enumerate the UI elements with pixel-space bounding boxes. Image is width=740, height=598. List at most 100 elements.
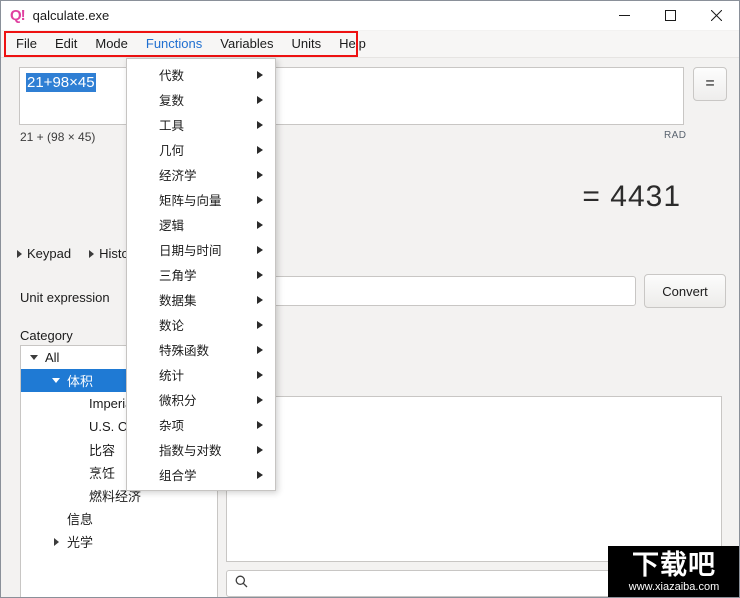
menu-item-variables[interactable]: Variables <box>211 32 282 56</box>
dropdown-item[interactable]: 逻辑 <box>127 212 275 237</box>
dropdown-item[interactable]: 复数 <box>127 87 275 112</box>
angle-mode-badge[interactable]: RAD <box>664 130 686 141</box>
expression-input[interactable]: 21+98×45 <box>19 67 684 125</box>
chevron-right-glyph <box>53 537 59 546</box>
category-tree-item-label: 信息 <box>67 512 94 527</box>
unit-list-panel[interactable] <box>226 396 722 562</box>
dropdown-item[interactable]: 指数与对数 <box>127 437 275 462</box>
window-controls <box>601 1 739 30</box>
close-icon[interactable] <box>693 1 739 30</box>
dropdown-item[interactable]: 特殊函数 <box>127 337 275 362</box>
dropdown-item[interactable]: 三角学 <box>127 262 275 287</box>
submenu-arrow-icon <box>257 420 263 429</box>
parsed-expression: 21 + (98 × 45) <box>20 130 96 144</box>
submenu-arrow-icon <box>257 370 263 379</box>
dropdown-item-label: 代数 <box>159 69 185 83</box>
menu-bar: File Edit Mode Functions Variables Units Help <box>1 31 739 58</box>
keypad-toggle-label: Keypad <box>27 246 72 261</box>
dropdown-item-label: 矩阵与向量 <box>159 194 222 208</box>
submenu-arrow-icon <box>257 270 263 279</box>
dropdown-item[interactable]: 代数 <box>127 62 275 87</box>
dropdown-item[interactable]: 几何 <box>127 137 275 162</box>
dropdown-item-label: 微积分 <box>159 394 197 408</box>
dropdown-item-label: 组合学 <box>159 469 197 483</box>
dropdown-item[interactable]: 微积分 <box>127 387 275 412</box>
expression-text: 21+98×45 <box>26 73 96 92</box>
dropdown-item-label: 经济学 <box>159 169 197 183</box>
menu-item-functions[interactable]: Functions <box>137 32 211 56</box>
dropdown-item-label: 三角学 <box>159 269 197 283</box>
qalculate-logo-icon: Q! <box>10 7 26 24</box>
submenu-arrow-icon <box>257 170 263 179</box>
dropdown-item-label: 特殊函数 <box>159 344 210 358</box>
dropdown-item-label: 工具 <box>159 119 185 133</box>
title-bar: Q! qalculate.exe <box>1 1 739 30</box>
dropdown-item-label: 指数与对数 <box>159 444 222 458</box>
equals-button[interactable]: = <box>693 67 727 101</box>
submenu-arrow-icon <box>257 345 263 354</box>
submenu-arrow-icon <box>257 445 263 454</box>
category-tree-item-label: 烹饪 <box>89 466 116 481</box>
maximize-icon[interactable] <box>647 1 693 30</box>
watermark-overlay: 下载吧 www.xiazaiba.com <box>608 546 739 597</box>
dropdown-item-label: 统计 <box>159 369 185 383</box>
dropdown-item-label: 复数 <box>159 94 185 108</box>
menu-item-file[interactable]: File <box>7 32 46 56</box>
panel-toggles: Keypad History <box>17 246 140 261</box>
submenu-arrow-icon <box>257 145 263 154</box>
submenu-arrow-icon <box>257 95 263 104</box>
submenu-arrow-icon <box>257 70 263 79</box>
dropdown-item-label: 日期与时间 <box>159 244 222 258</box>
category-tree-item-label: 体积 <box>67 374 94 389</box>
dropdown-item-label: 杂项 <box>159 419 185 433</box>
chevron-down-icon[interactable] <box>49 378 63 383</box>
menu-item-help[interactable]: Help <box>330 32 375 56</box>
dropdown-item-label: 数论 <box>159 319 185 333</box>
submenu-arrow-icon <box>257 295 263 304</box>
dropdown-item[interactable]: 统计 <box>127 362 275 387</box>
chevron-right-icon <box>17 249 22 258</box>
unit-expression-label: Unit expression <box>20 290 110 305</box>
dropdown-item[interactable]: 日期与时间 <box>127 237 275 262</box>
menu-item-units[interactable]: Units <box>283 32 331 56</box>
menu-item-edit[interactable]: Edit <box>46 32 86 56</box>
submenu-arrow-icon <box>257 470 263 479</box>
window-title: qalculate.exe <box>32 8 110 23</box>
functions-dropdown-menu: 代数复数工具几何经济学矩阵与向量逻辑日期与时间三角学数据集数论特殊函数统计微积分… <box>126 58 276 491</box>
chevron-down-glyph <box>30 355 38 360</box>
submenu-arrow-icon <box>257 120 263 129</box>
chevron-down-glyph <box>52 378 60 383</box>
keypad-toggle[interactable]: Keypad <box>17 246 71 261</box>
category-tree-item[interactable]: 光学 <box>21 530 217 553</box>
category-tree-item[interactable]: 信息 <box>21 507 217 530</box>
dropdown-item[interactable]: 组合学 <box>127 462 275 487</box>
category-tree-item-label: 比容 <box>89 443 116 458</box>
watermark-logo-text: 下载吧 <box>632 549 716 581</box>
dropdown-item-label: 几何 <box>159 144 185 158</box>
watermark-url: www.xiazaiba.com <box>628 580 720 593</box>
minimize-icon[interactable] <box>601 1 647 30</box>
menu-item-mode[interactable]: Mode <box>86 32 137 56</box>
submenu-arrow-icon <box>257 195 263 204</box>
chevron-right-icon[interactable] <box>49 537 63 546</box>
convert-button[interactable]: Convert <box>644 274 726 308</box>
submenu-arrow-icon <box>257 395 263 404</box>
category-tree-item-label: 光学 <box>67 535 94 550</box>
submenu-arrow-icon <box>257 320 263 329</box>
category-tree-item-label: All <box>45 350 60 365</box>
submenu-arrow-icon <box>257 220 263 229</box>
submenu-arrow-icon <box>257 245 263 254</box>
dropdown-item-label: 逻辑 <box>159 219 185 233</box>
dropdown-item[interactable]: 数据集 <box>127 287 275 312</box>
dropdown-item[interactable]: 杂项 <box>127 412 275 437</box>
chevron-down-icon[interactable] <box>27 355 41 360</box>
main-content: 21+98×45 = 21 + (98 × 45) RAD = 4431 Key… <box>1 58 739 597</box>
dropdown-item[interactable]: 数论 <box>127 312 275 337</box>
category-label: Category <box>20 328 73 343</box>
dropdown-item[interactable]: 经济学 <box>127 162 275 187</box>
dropdown-item[interactable]: 矩阵与向量 <box>127 187 275 212</box>
application-window: Q! qalculate.exe File Edit Mode Functions Va… <box>0 0 740 598</box>
dropdown-item[interactable]: 工具 <box>127 112 275 137</box>
chevron-right-icon <box>89 249 95 258</box>
dropdown-item-label: 数据集 <box>159 294 197 308</box>
